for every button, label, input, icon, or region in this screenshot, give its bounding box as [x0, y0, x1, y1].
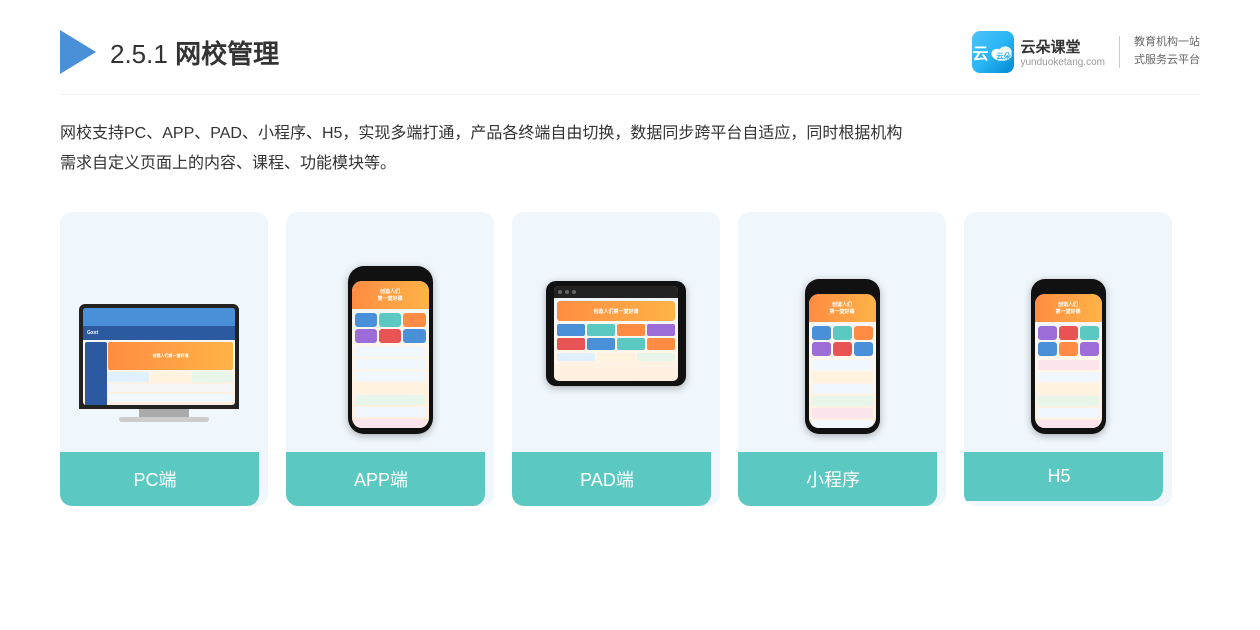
phone-mockup-h5: 创造人们第一堂好课	[1031, 279, 1106, 434]
app-image-area: 创造人们第一堂好课	[304, 234, 476, 434]
h5-label: H5	[964, 452, 1163, 501]
mini-image-area: 创造人们第一堂好课	[756, 234, 928, 434]
brand-icon: 云朵	[972, 31, 1014, 73]
phone-mockup-app: 创造人们第一堂好课	[348, 266, 433, 434]
device-card-pad: 创造人们第一堂好课	[512, 212, 720, 506]
mini-label: 小程序	[738, 452, 937, 506]
phone-mockup-mini: 创造人们第一堂好课	[805, 279, 880, 434]
pad-image-area: 创造人们第一堂好课	[530, 234, 702, 434]
brand-divider	[1119, 36, 1120, 68]
pc-label: PC端	[60, 452, 259, 506]
header-left: 2.5.1 网校管理	[60, 30, 279, 74]
title-number: 2.5.1	[110, 39, 175, 69]
h5-image-area: 创造人们第一堂好课	[982, 234, 1154, 434]
brand-slogan: 教育机构一站 式服务云平台	[1134, 34, 1200, 69]
device-card-mini: 创造人们第一堂好课	[738, 212, 946, 506]
logo-triangle-icon	[60, 30, 96, 74]
cards-row: Gxxt 创造人们第一堂好课	[60, 212, 1200, 506]
svg-text:云朵: 云朵	[996, 51, 1011, 60]
app-label: APP端	[286, 452, 485, 506]
header: 2.5.1 网校管理 云朵 云朵课堂 yunduoketang.com 教育机构…	[60, 30, 1200, 95]
device-card-pc: Gxxt 创造人们第一堂好课	[60, 212, 268, 506]
brand-url: yunduoketang.com	[1020, 57, 1105, 68]
device-card-h5: 创造人们第一堂好课	[964, 212, 1172, 506]
pc-image-area: Gxxt 创造人们第一堂好课	[78, 234, 250, 434]
page-title: 2.5.1 网校管理	[110, 34, 279, 71]
brand-logo: 云朵 云朵课堂 yunduoketang.com 教育机构一站 式服务云平台	[972, 31, 1200, 73]
brand-name: 云朵课堂	[1020, 36, 1080, 57]
device-card-app: 创造人们第一堂好课	[286, 212, 494, 506]
description-text: 网校支持PC、APP、PAD、小程序、H5，实现多端打通，产品各终端自由切换，数…	[60, 119, 1200, 180]
cloud-icon: 云朵	[989, 36, 1015, 68]
title-bold: 网校管理	[175, 39, 279, 69]
pc-mockup: Gxxt 创造人们第一堂好课	[79, 304, 249, 434]
page-container: 2.5.1 网校管理 云朵 云朵课堂 yunduoketang.com 教育机构…	[0, 0, 1260, 630]
pad-label: PAD端	[512, 452, 711, 506]
brand-text-block: 云朵课堂 yunduoketang.com	[1020, 36, 1105, 68]
pad-mockup: 创造人们第一堂好课	[546, 281, 686, 386]
